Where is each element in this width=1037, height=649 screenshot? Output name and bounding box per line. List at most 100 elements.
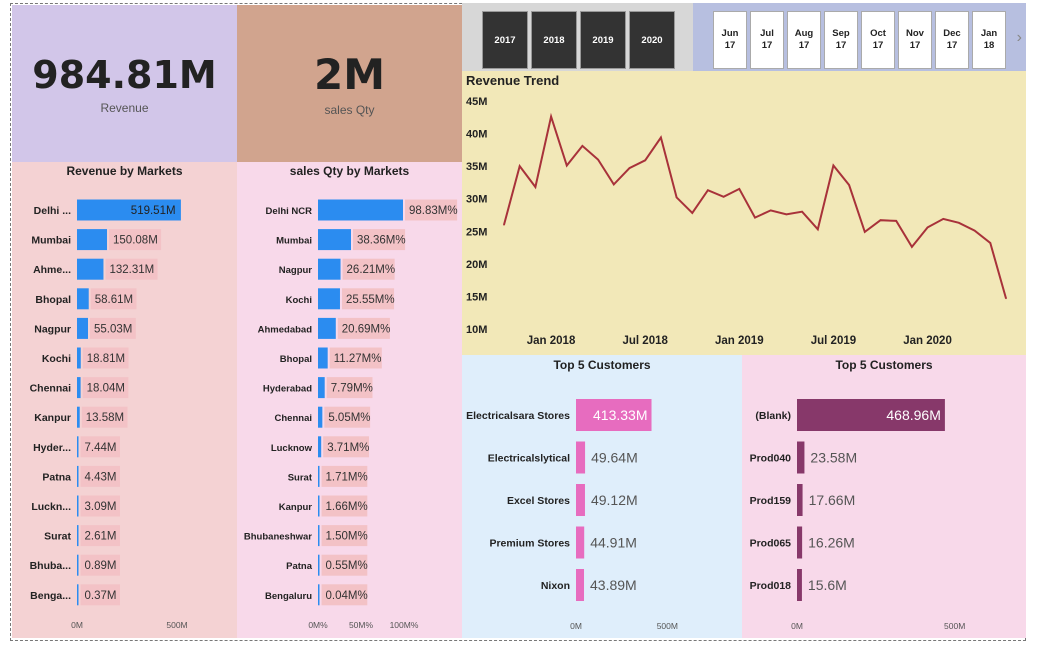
- line-point[interactable]: [989, 242, 992, 244]
- line-point[interactable]: [942, 218, 945, 220]
- bar[interactable]: [77, 317, 89, 339]
- month-button-jul-17[interactable]: Jul 17: [750, 11, 784, 69]
- bar[interactable]: [77, 495, 79, 517]
- line-point[interactable]: [879, 219, 882, 222]
- line-point[interactable]: [722, 195, 725, 198]
- bar[interactable]: [318, 436, 322, 458]
- line-point[interactable]: [738, 188, 741, 190]
- line-point[interactable]: [801, 210, 803, 213]
- bar[interactable]: [318, 229, 351, 251]
- bar[interactable]: [576, 484, 585, 516]
- bar[interactable]: [77, 465, 79, 487]
- month-button-jun-17[interactable]: Jun 17: [713, 11, 747, 69]
- bar[interactable]: [797, 441, 805, 474]
- line-point[interactable]: [769, 209, 772, 212]
- bar[interactable]: [77, 258, 104, 280]
- sales-qty-by-markets-chart: Delhi NCR 98.83M% Mumbai 38.36M% Nagpur 26.21…: [244, 199, 458, 630]
- bar[interactable]: [318, 406, 323, 428]
- line-point[interactable]: [628, 167, 631, 169]
- year-button-2018[interactable]: 2018: [531, 11, 577, 69]
- month-button-sep-17[interactable]: Sep 17: [824, 11, 858, 69]
- bar[interactable]: [797, 484, 803, 516]
- category-label: Bhubaneshwar: [244, 532, 312, 543]
- bar[interactable]: [797, 569, 802, 601]
- bar[interactable]: [318, 258, 341, 280]
- category-label: Chennai: [30, 383, 72, 395]
- line-point[interactable]: [785, 213, 788, 216]
- month-year-label: 17: [946, 40, 958, 51]
- category-label: Excel Stores: [507, 495, 570, 507]
- bar[interactable]: [576, 526, 585, 559]
- y-tick-label: 20M: [466, 259, 487, 271]
- data-label: 20.69M%: [342, 323, 391, 335]
- month-button-nov-17[interactable]: Nov 17: [898, 11, 932, 69]
- line-point[interactable]: [613, 183, 615, 186]
- bar[interactable]: [318, 554, 320, 576]
- line-point[interactable]: [816, 228, 819, 231]
- line-point[interactable]: [848, 184, 850, 186]
- revenue-by-markets-panel: Revenue by Markets Delhi ... 519.51M Mumba…: [12, 162, 237, 638]
- line-point[interactable]: [707, 189, 709, 192]
- bar[interactable]: [318, 347, 328, 369]
- year-button-2020[interactable]: 2020: [629, 11, 675, 69]
- line-point[interactable]: [518, 165, 521, 167]
- month-button-dec-17[interactable]: Dec 17: [935, 11, 969, 69]
- data-label: 15.6M: [808, 577, 847, 593]
- line-point[interactable]: [675, 196, 678, 199]
- chevron-right-icon[interactable]: ›: [1017, 29, 1022, 47]
- bar[interactable]: [318, 317, 336, 339]
- revenue-line[interactable]: [503, 112, 1007, 299]
- line-point[interactable]: [691, 212, 694, 214]
- bar[interactable]: [77, 406, 80, 428]
- line-point[interactable]: [926, 226, 929, 229]
- bar[interactable]: [576, 441, 586, 474]
- sales-qty-card[interactable]: 2M sales Qty: [237, 5, 462, 162]
- bar[interactable]: [318, 199, 403, 221]
- bar[interactable]: [77, 436, 79, 458]
- bar[interactable]: [318, 584, 320, 606]
- bar[interactable]: [77, 525, 79, 547]
- line-point[interactable]: [973, 229, 976, 232]
- bar[interactable]: [77, 377, 81, 399]
- top-products-chart: (Blank) 468.96M Prod040 23.58M Prod159 17.66M…: [750, 399, 965, 631]
- month-button-oct-17[interactable]: Oct 17: [861, 11, 895, 69]
- bar[interactable]: [77, 288, 89, 310]
- month-button-jan-18[interactable]: Jan 18: [972, 11, 1006, 69]
- line-point[interactable]: [644, 159, 646, 162]
- line-point[interactable]: [911, 246, 913, 248]
- revenue-trend-chart: 10M 15M 20M 25M 30M 35M 40M 45M Jan 2018 Jul 2018…: [466, 96, 1007, 347]
- line-point[interactable]: [895, 220, 897, 222]
- bar[interactable]: [77, 347, 81, 369]
- data-label: 3.09M: [85, 501, 117, 513]
- month-button-aug-17[interactable]: Aug 17: [787, 11, 821, 69]
- line-point[interactable]: [1005, 297, 1007, 300]
- line-point[interactable]: [550, 115, 552, 118]
- bar[interactable]: [77, 584, 79, 606]
- bar[interactable]: [797, 526, 803, 559]
- bar[interactable]: [576, 569, 585, 601]
- line-point[interactable]: [660, 136, 662, 139]
- bar[interactable]: [318, 525, 320, 547]
- category-label: Prod018: [750, 580, 792, 592]
- line-point[interactable]: [565, 164, 568, 167]
- bar[interactable]: [318, 495, 320, 517]
- bar[interactable]: [318, 465, 320, 487]
- revenue-card[interactable]: 984.81M Revenue: [12, 5, 237, 162]
- bar[interactable]: [318, 377, 325, 399]
- bar[interactable]: [77, 554, 79, 576]
- year-button-2019[interactable]: 2019: [580, 11, 626, 69]
- bar[interactable]: [77, 229, 108, 251]
- line-point[interactable]: [958, 222, 960, 224]
- line-point[interactable]: [754, 216, 756, 219]
- line-point[interactable]: [581, 145, 584, 147]
- line-point[interactable]: [503, 223, 505, 226]
- line-point[interactable]: [864, 231, 866, 233]
- line-point[interactable]: [534, 186, 537, 188]
- line-point[interactable]: [832, 164, 835, 167]
- year-button-2017[interactable]: 2017: [482, 11, 528, 69]
- bar[interactable]: [318, 288, 340, 310]
- data-label: 43.89M: [590, 577, 637, 593]
- month-label: Dec: [943, 28, 961, 39]
- month-label: Jul: [760, 28, 774, 39]
- line-point[interactable]: [597, 158, 599, 161]
